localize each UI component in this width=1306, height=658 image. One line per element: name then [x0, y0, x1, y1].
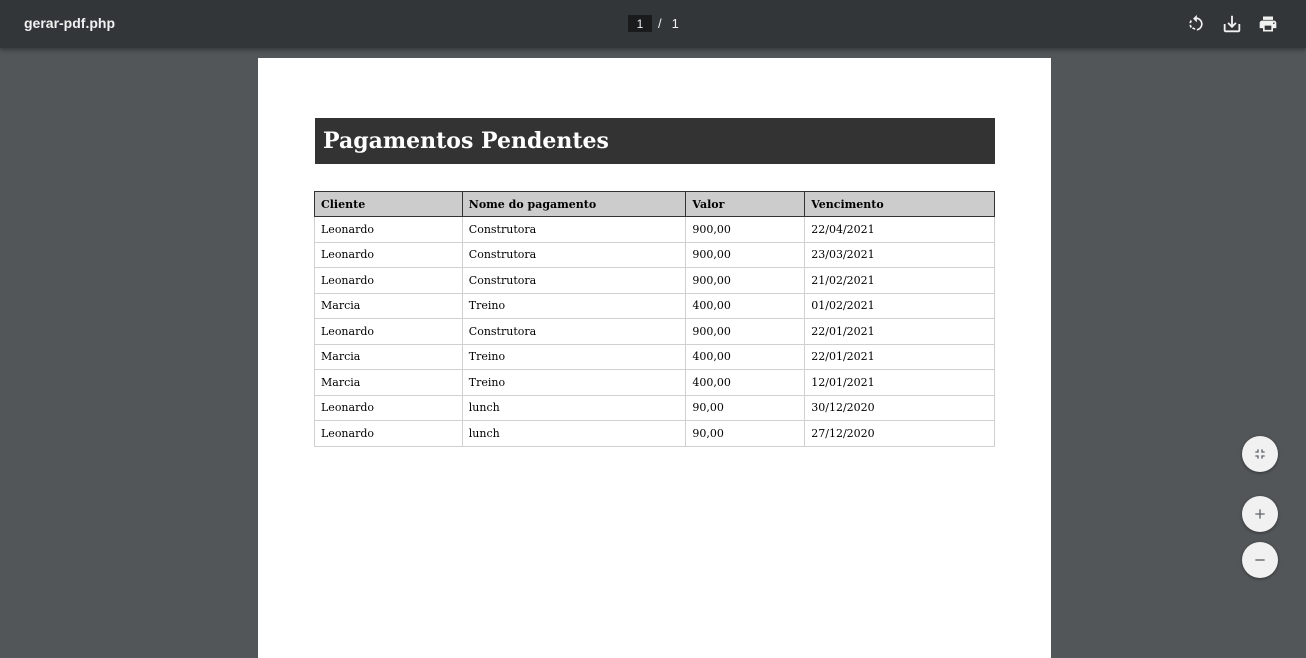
cell-nome-do-pagamento: Construtora — [461, 216, 687, 243]
table-row: Marcia Treino 400,00 12/01/2021 — [314, 369, 995, 396]
cell-vencimento: 21/02/2021 — [804, 267, 995, 294]
document-heading: Pagamentos Pendentes — [315, 118, 995, 164]
page-number-input[interactable] — [628, 15, 652, 32]
cell-vencimento: 22/01/2021 — [804, 318, 995, 345]
cell-cliente: Leonardo — [314, 420, 463, 447]
table-row: Leonardo lunch 90,00 27/12/2020 — [314, 420, 995, 447]
cell-valor: 900,00 — [685, 318, 806, 345]
pdf-toolbar: gerar-pdf.php / 1 — [0, 0, 1306, 48]
fit-to-page-button[interactable] — [1242, 436, 1278, 472]
cell-valor: 900,00 — [685, 216, 806, 243]
cell-valor: 900,00 — [685, 241, 806, 268]
cell-valor: 400,00 — [685, 369, 806, 396]
rotate-button[interactable] — [1184, 12, 1208, 36]
zoom-in-button[interactable] — [1242, 496, 1278, 532]
table-row: Marcia Treino 400,00 22/01/2021 — [314, 343, 995, 370]
table-row: Leonardo Construtora 900,00 23/03/2021 — [314, 241, 995, 268]
cell-vencimento: 01/02/2021 — [804, 292, 995, 319]
cell-cliente: Leonardo — [314, 241, 463, 268]
cell-valor: 400,00 — [685, 343, 806, 370]
cell-valor: 90,00 — [685, 420, 806, 447]
cell-cliente: Marcia — [314, 343, 463, 370]
cell-nome-do-pagamento: Construtora — [461, 241, 687, 268]
print-button[interactable] — [1256, 12, 1280, 36]
zoom-in-icon — [1255, 509, 1265, 519]
cell-vencimento: 22/04/2021 — [804, 216, 995, 243]
cell-nome-do-pagamento: lunch — [461, 420, 687, 447]
rotate-icon — [1189, 14, 1203, 31]
cell-vencimento: 12/01/2021 — [804, 369, 995, 396]
cell-nome-do-pagamento: Treino — [461, 292, 687, 319]
cell-cliente: Leonardo — [314, 267, 463, 294]
download-button[interactable] — [1220, 12, 1244, 36]
download-icon — [1223, 15, 1241, 33]
cell-vencimento: 23/03/2021 — [804, 241, 995, 268]
payments-table: Cliente Nome do pagamento Valor Vencimen… — [314, 191, 995, 447]
table-header-row: Cliente Nome do pagamento Valor Vencimen… — [314, 191, 995, 217]
pdf-page: Pagamentos Pendentes Cliente Nome do pag… — [258, 58, 1051, 658]
cell-cliente: Marcia — [314, 369, 463, 396]
fit-to-page-icon — [1255, 449, 1265, 459]
table-row: Leonardo Construtora 900,00 22/04/2021 — [314, 216, 995, 243]
cell-nome-do-pagamento: lunch — [461, 394, 687, 421]
table-row: Marcia Treino 400,00 01/02/2021 — [314, 292, 995, 319]
print-icon — [1259, 16, 1277, 32]
column-header-vencimento: Vencimento — [804, 191, 995, 217]
cell-nome-do-pagamento: Construtora — [461, 318, 687, 345]
cell-valor: 90,00 — [685, 394, 806, 421]
cell-valor: 900,00 — [685, 267, 806, 294]
column-header-valor: Valor — [685, 191, 806, 217]
zoom-out-button[interactable] — [1242, 542, 1278, 578]
cell-cliente: Leonardo — [314, 216, 463, 243]
zoom-out-icon — [1255, 559, 1265, 561]
cell-nome-do-pagamento: Construtora — [461, 267, 687, 294]
table-row: Leonardo Construtora 900,00 22/01/2021 — [314, 318, 995, 345]
cell-vencimento: 30/12/2020 — [804, 394, 995, 421]
page-navigation: / 1 — [628, 15, 679, 32]
cell-nome-do-pagamento: Treino — [461, 369, 687, 396]
column-header-cliente: Cliente — [314, 191, 463, 217]
page-separator: / — [658, 16, 662, 31]
cell-vencimento: 22/01/2021 — [804, 343, 995, 370]
cell-cliente: Leonardo — [314, 394, 463, 421]
document-title: gerar-pdf.php — [24, 15, 115, 31]
cell-nome-do-pagamento: Treino — [461, 343, 687, 370]
cell-vencimento: 27/12/2020 — [804, 420, 995, 447]
cell-cliente: Leonardo — [314, 318, 463, 345]
table-row: Leonardo Construtora 900,00 21/02/2021 — [314, 267, 995, 294]
cell-cliente: Marcia — [314, 292, 463, 319]
total-pages: 1 — [671, 16, 679, 31]
column-header-nome-do-pagamento: Nome do pagamento — [461, 191, 687, 217]
cell-valor: 400,00 — [685, 292, 806, 319]
table-row: Leonardo lunch 90,00 30/12/2020 — [314, 394, 995, 421]
